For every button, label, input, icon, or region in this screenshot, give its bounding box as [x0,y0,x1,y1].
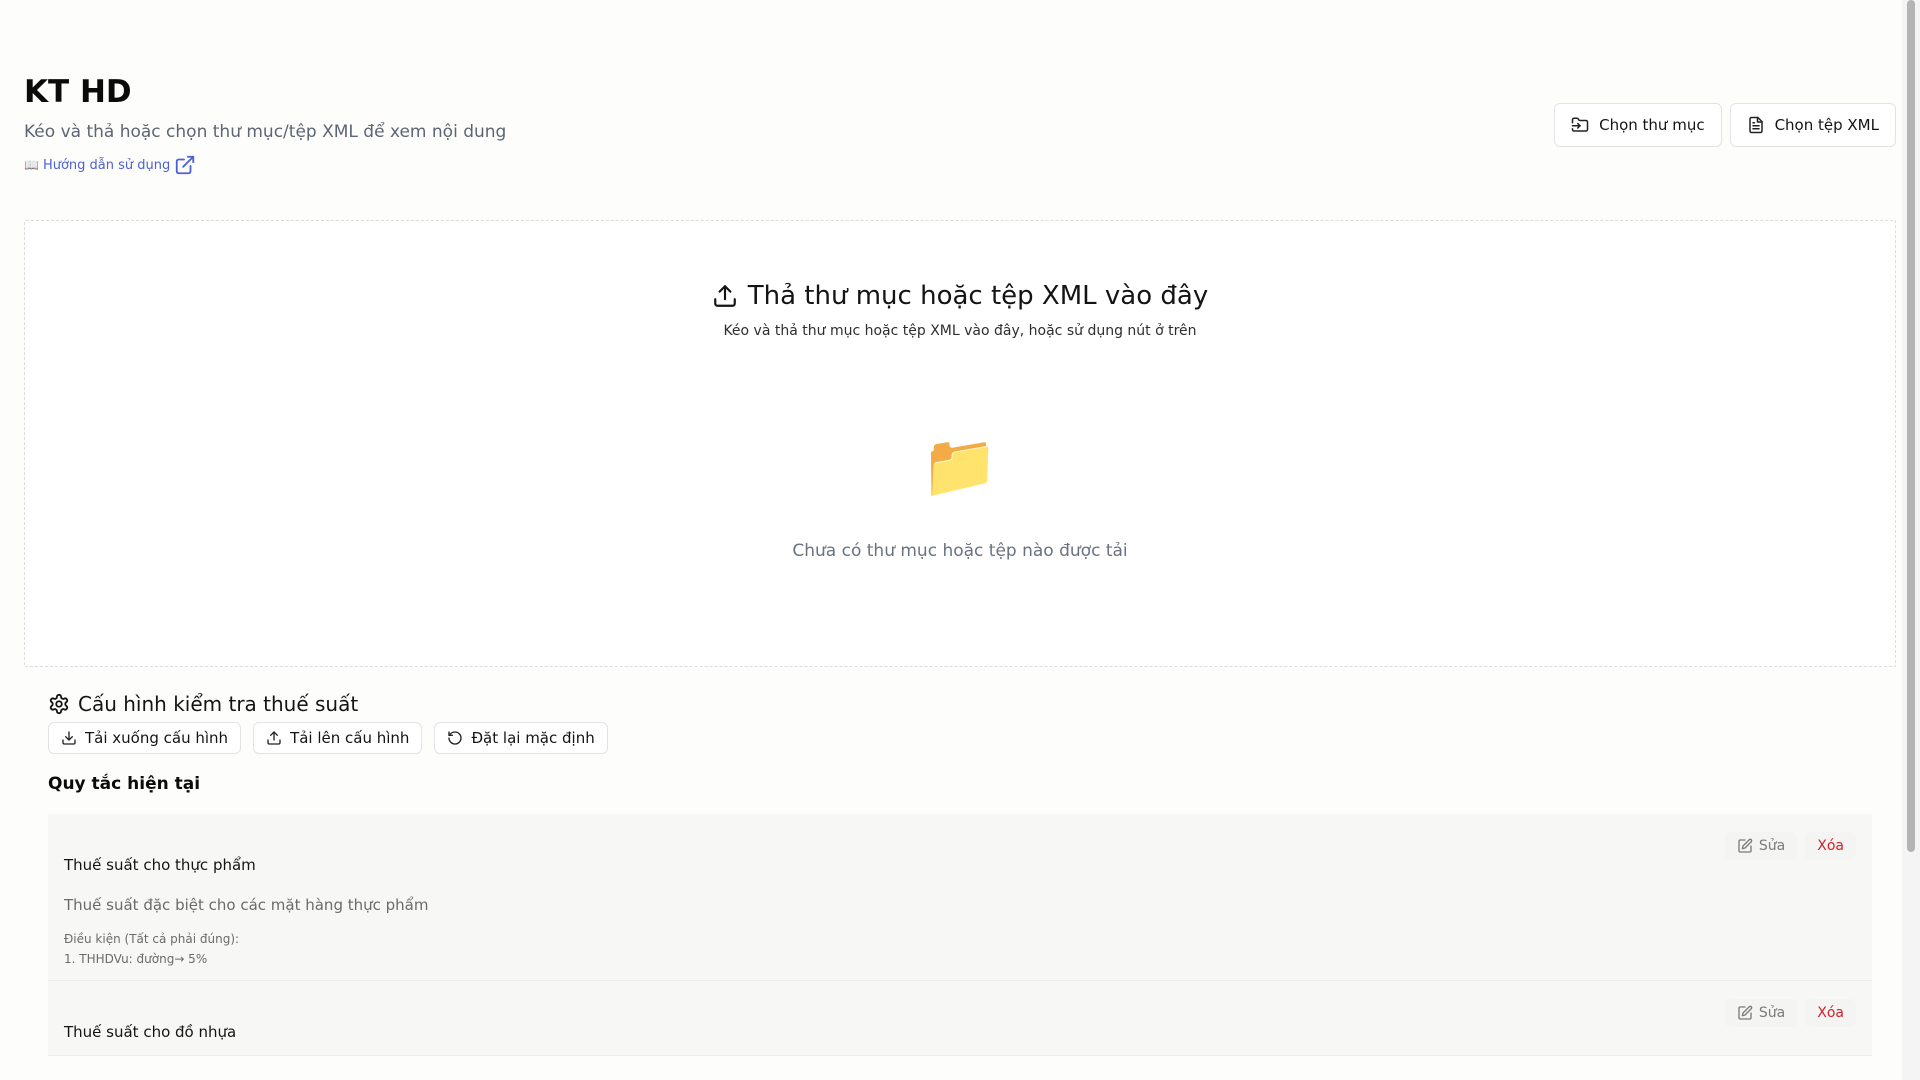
tax-config-inner: Cấu hình kiểm tra thuế suất Tải xuống cấ… [48,680,1872,1056]
tax-config-section: Cấu hình kiểm tra thuế suất Tải xuống cấ… [24,680,1896,1080]
edit-rule-label: Sửa [1758,838,1786,854]
rule-actions: Sửa Xóa [1724,832,1856,860]
choose-xml-label: Chọn tệp XML [1774,116,1879,134]
book-icon: 📖 [24,158,39,172]
edit-rule-label: Sửa [1758,1005,1786,1021]
edit-rule-button[interactable]: Sửa [1724,999,1798,1027]
rule-actions: Sửa Xóa [1724,999,1856,1027]
top-actions: Chọn thư mục Chọn tệp XML [1554,103,1896,147]
external-link-icon [176,155,195,175]
empty-state-text: Chưa có thư mục hoặc tệp nào được tải [792,541,1128,561]
drop-zone-title-text: Thả thư mục hoặc tệp XML vào đây [747,281,1209,311]
delete-rule-button[interactable]: Xóa [1805,999,1856,1027]
choose-folder-label: Chọn thư mục [1599,116,1705,134]
edit-icon [1738,838,1753,853]
help-link-label: Hướng dẫn sử dụng [42,157,171,173]
file-icon [1748,116,1763,134]
edit-icon [1738,1005,1753,1020]
rules-heading: Quy tắc hiện tại [48,774,201,794]
choose-folder-button[interactable]: Chọn thư mục [1554,103,1722,147]
drop-zone-subtitle: Kéo và thả thư mục hoặc tệp XML vào đây,… [723,323,1197,339]
help-link[interactable]: 📖 Hướng dẫn sử dụng [24,154,196,176]
config-actions: Tải xuống cấu hình Tải lên cấu hình Đặt … [48,722,1872,754]
delete-rule-button[interactable]: Xóa [1805,832,1856,860]
download-config-button[interactable]: Tải xuống cấu hình [48,722,242,754]
choose-xml-button[interactable]: Chọn tệp XML [1729,103,1896,147]
scrollbar-thumb[interactable] [1907,0,1915,852]
rule-name: Thuế suất cho đồ nhựa [64,1023,237,1041]
upload-config-label: Tải lên cấu hình [290,729,410,747]
rule-name: Thuế suất cho thực phẩm [64,856,256,874]
rule-condition: 1. THHDVu: đường→ 5% [64,952,208,966]
rules-list: Sửa Xóa Thuế suất cho thực phẩm Thuế suấ… [48,814,1872,1056]
rule-conditions-title: Điều kiện (Tất cả phải đúng): [64,932,240,946]
reset-icon [448,731,463,745]
gear-icon [49,693,69,715]
config-title: Cấu hình kiểm tra thuế suất [48,692,1872,716]
drop-zone-title: Thả thư mục hoặc tệp XML vào đây [712,281,1208,311]
reset-config-button[interactable]: Đặt lại mặc định [434,722,608,754]
vertical-scrollbar[interactable] [1902,0,1920,1080]
rule-card: Sửa Xóa Thuế suất cho thực phẩm Thuế suấ… [48,814,1872,981]
app-page: KT HD Kéo và thả hoặc chọn thư mục/tệp X… [0,0,1920,1080]
edit-rule-button[interactable]: Sửa [1724,832,1798,860]
config-title-text: Cấu hình kiểm tra thuế suất [78,692,359,716]
upload-config-button[interactable]: Tải lên cấu hình [253,722,423,754]
folder-icon: 📁 [921,429,999,502]
download-config-label: Tải xuống cấu hình [85,729,229,747]
download-icon [62,731,76,745]
drop-zone[interactable]: Thả thư mục hoặc tệp XML vào đây Kéo và … [24,220,1896,667]
rule-card: Sửa Xóa Thuế suất cho đồ nhựa [48,981,1872,1056]
upload-icon [267,731,281,745]
reset-config-label: Đặt lại mặc định [471,729,595,747]
folder-input-icon [1571,117,1589,132]
rule-description: Thuế suất đặc biệt cho các mặt hàng thực… [64,896,429,914]
upload-icon [713,285,736,307]
